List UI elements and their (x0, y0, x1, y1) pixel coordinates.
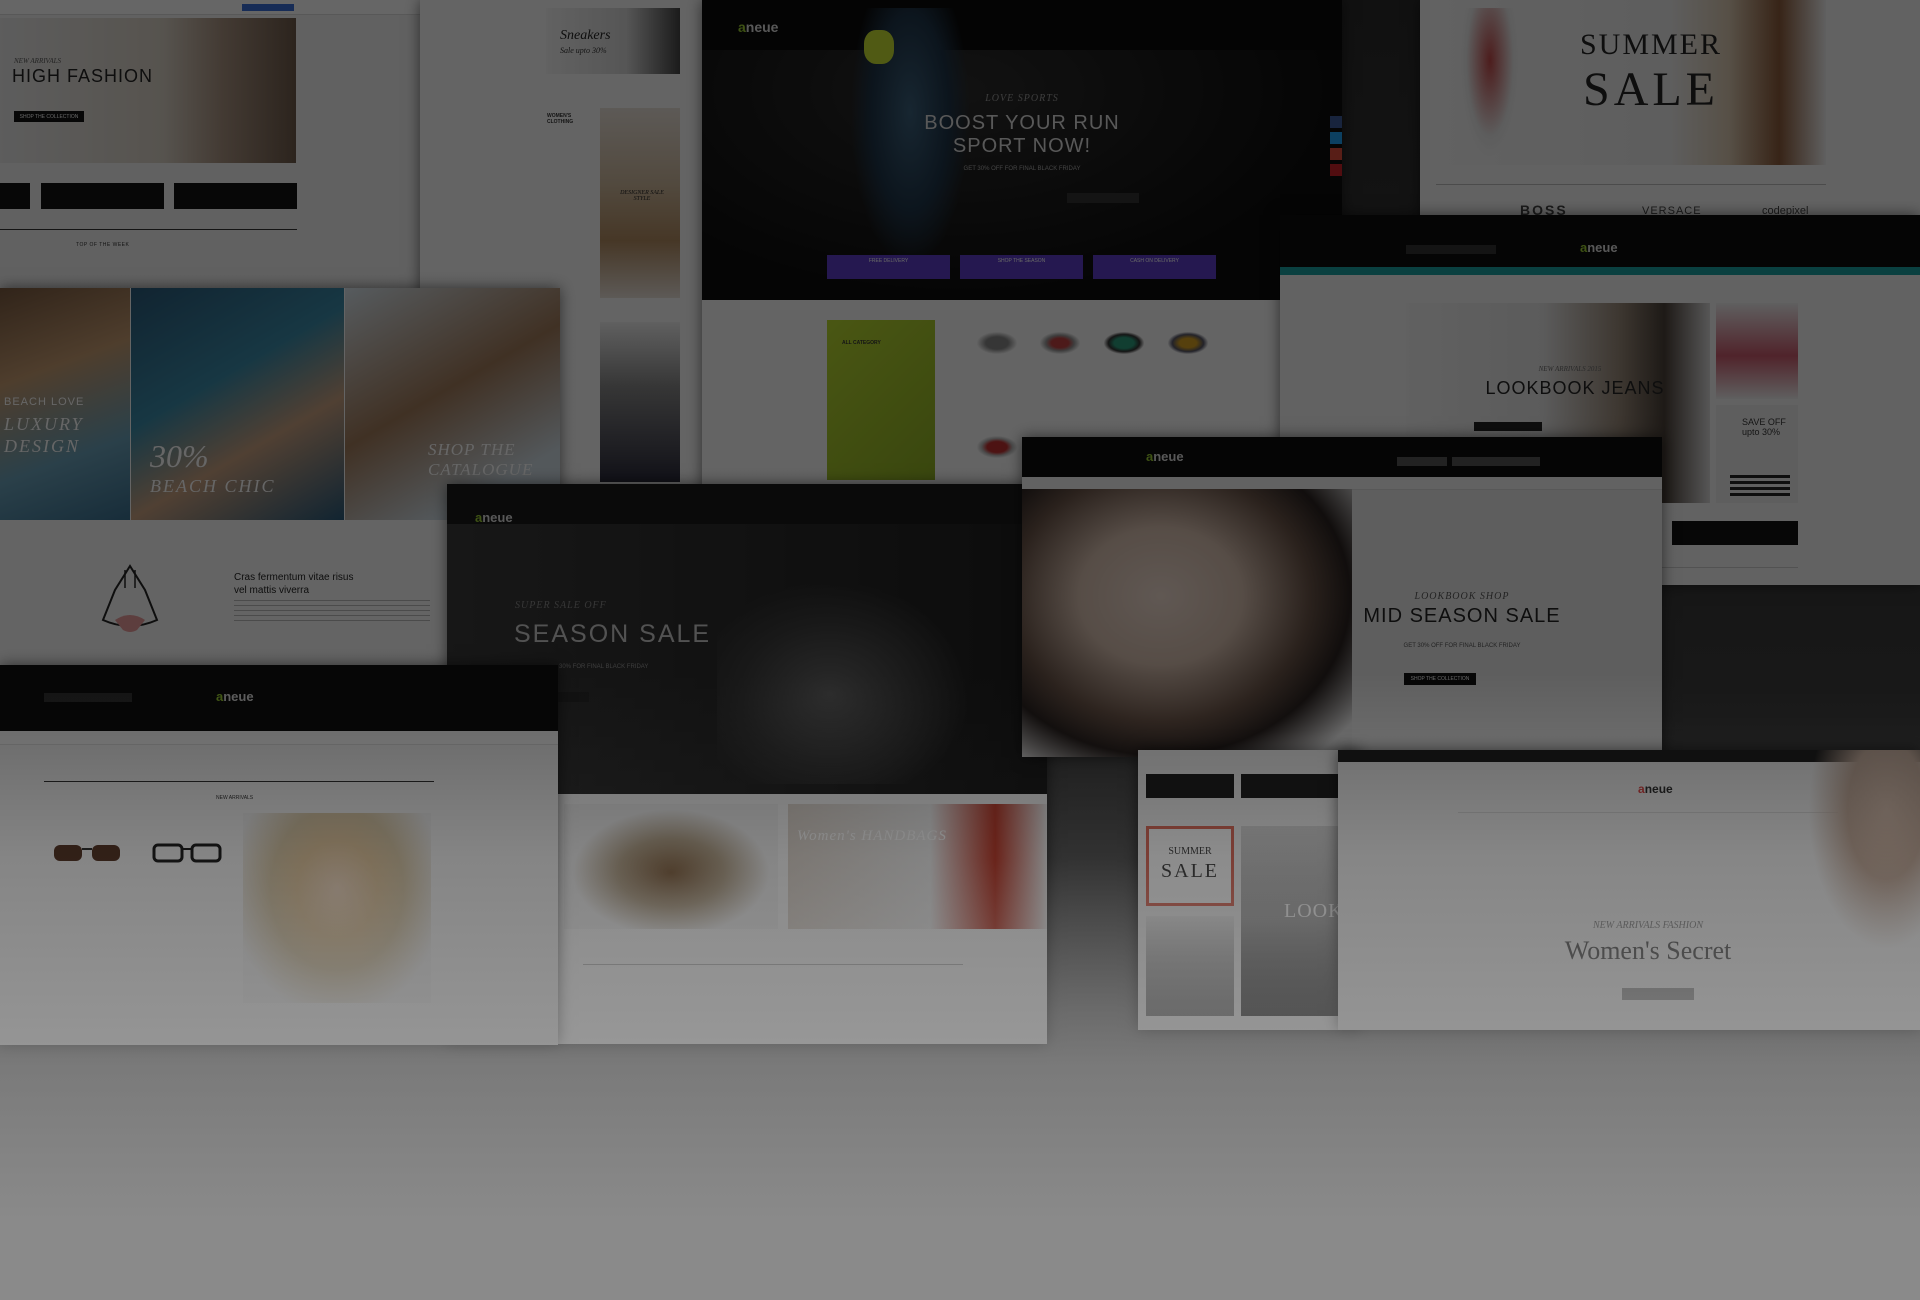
site-logo[interactable]: aneue (475, 510, 513, 525)
product-shoe[interactable] (1104, 332, 1144, 354)
hero-kicker: NEW ARRIVALS FASHION (1593, 920, 1703, 931)
handbags-card[interactable] (788, 804, 1047, 929)
screen-eyewear: aneue NEW ARRIVALS (0, 665, 558, 1045)
feature-cash-delivery[interactable]: CASH ON DELIVERY (1093, 255, 1216, 279)
collage-stage: NEW ARRIVALS HIGH FASHION SHOP THE COLLE… (0, 0, 1920, 1300)
screen-high-fashion: NEW ARRIVALS HIGH FASHION SHOP THE COLLE… (0, 0, 420, 290)
site-logo[interactable]: aneue (1580, 240, 1618, 255)
model-glasses (243, 813, 431, 1003)
panel3-line1: SHOP THE (428, 440, 516, 459)
site-logo[interactable]: aneue (1638, 782, 1673, 796)
hero-sub: GET 30% OFF FOR FINAL BLACK FRIDAY (963, 166, 1081, 172)
hero-kicker: LOVE SPORTS (985, 93, 1059, 104)
hero-cta[interactable]: SHOP THE COLLECTION (14, 111, 84, 122)
screen-womens-secret: aneue NEW ARRIVALS FASHION Women's Secre… (1338, 750, 1920, 1030)
side-image-top (1716, 303, 1798, 399)
panel3-line2: CATALOGUE (428, 460, 534, 479)
product-title-line2[interactable]: vel mattis viverra (234, 585, 309, 596)
hero-kicker: SUPER SALE OFF (515, 600, 607, 611)
site-logo[interactable]: aneue (738, 19, 778, 35)
product-shoe[interactable] (1040, 332, 1080, 354)
feature-free-delivery[interactable]: FREE DELIVERY (827, 255, 950, 279)
handbags-title: Women's HANDBAGS (797, 828, 947, 844)
site-logo[interactable]: aneue (1146, 449, 1184, 464)
hero-title-line2: SPORT NOW! (952, 135, 1092, 157)
sale-tile-line2: SALE (1161, 860, 1219, 882)
men-image (600, 322, 680, 482)
hero-title-line1: BOOST YOUR RUN (924, 112, 1120, 134)
hero-title: MID SEASON SALE (1363, 605, 1561, 627)
sale-line1: SUMMER (1579, 28, 1723, 61)
side-sale-text: SAVE OFF upto 30% (1742, 417, 1786, 437)
model-image (1808, 750, 1920, 950)
screen-mid-season: aneue LOOKBOOK SHOP MID SEASON SALE GET … (1022, 437, 1662, 757)
hero-title: Women's Secret (1564, 936, 1732, 965)
hero-kicker: NEW ARRIVALS (14, 57, 61, 65)
site-logo[interactable]: aneue (216, 689, 254, 704)
product-shoe[interactable] (977, 436, 1017, 458)
hero-image (0, 18, 296, 163)
hero-kicker: LOOKBOOK SHOP (1414, 591, 1510, 602)
hero-sub: GET 30% OFF FOR FINAL BLACK FRIDAY (1403, 643, 1521, 649)
handbag-image (717, 584, 967, 784)
coat-banner-text: DESIGNER SALE STYLE (620, 190, 664, 202)
section-title: NEW ARRIVALS (216, 795, 254, 801)
model-portrait (1022, 489, 1352, 757)
product-title-line1[interactable]: Cras fermentum vitae risus (234, 572, 353, 583)
screen-summer-sale: SUMMER SALE BOSS VERSACE codepixel (1420, 0, 1920, 230)
screen-small-sale: SUMMER SALE LOOK (1138, 750, 1360, 1030)
screen-boost-run: aneue LOVE SPORTS BOOST YOUR RUN SPORT N… (702, 0, 1342, 500)
panel1-line2: LUXURY (4, 414, 84, 434)
glasses-icon[interactable] (52, 841, 122, 863)
look-text: LOOK (1284, 900, 1344, 922)
panel2-big: 30% (150, 438, 209, 474)
hero-title: SEASON SALE (514, 620, 712, 648)
feature-shop-season[interactable]: SHOP THE SEASON (960, 255, 1083, 279)
sneakers-sub: Sale upto 30% (560, 46, 607, 55)
section-title: TOP OF THE WEEK (76, 242, 130, 248)
hero-cta[interactable]: SHOP THE COLLECTION (1404, 673, 1476, 685)
bag-card[interactable] (564, 804, 778, 929)
man-image[interactable] (1146, 916, 1234, 1016)
coat-image (600, 108, 680, 298)
sale-line2: SALE (1583, 63, 1719, 116)
bikini-icon (95, 560, 165, 636)
product-shoe[interactable] (977, 332, 1017, 354)
hero-title: LOOKBOOK JEANS (1485, 378, 1665, 398)
panel1-line3: DESIGN (4, 436, 80, 456)
panel2-line: BEACH CHIC (150, 476, 276, 496)
category-title: WOMEN'S CLOTHING (547, 113, 574, 125)
hero-kicker: NEW ARRIVALS 2015 (1538, 365, 1602, 373)
sneakers-title: Sneakers (560, 28, 611, 43)
sale-tile-line1: SUMMER (1168, 846, 1212, 857)
glasses-icon[interactable] (152, 841, 222, 863)
panel1-line1: BEACH LOVE (4, 396, 85, 408)
product-shoe[interactable] (1168, 332, 1208, 354)
hero-sub: 30% FOR FINAL BLACK FRIDAY (559, 664, 649, 670)
hero-title: HIGH FASHION (12, 66, 154, 86)
category-title: ALL CATEGORY (842, 340, 881, 346)
